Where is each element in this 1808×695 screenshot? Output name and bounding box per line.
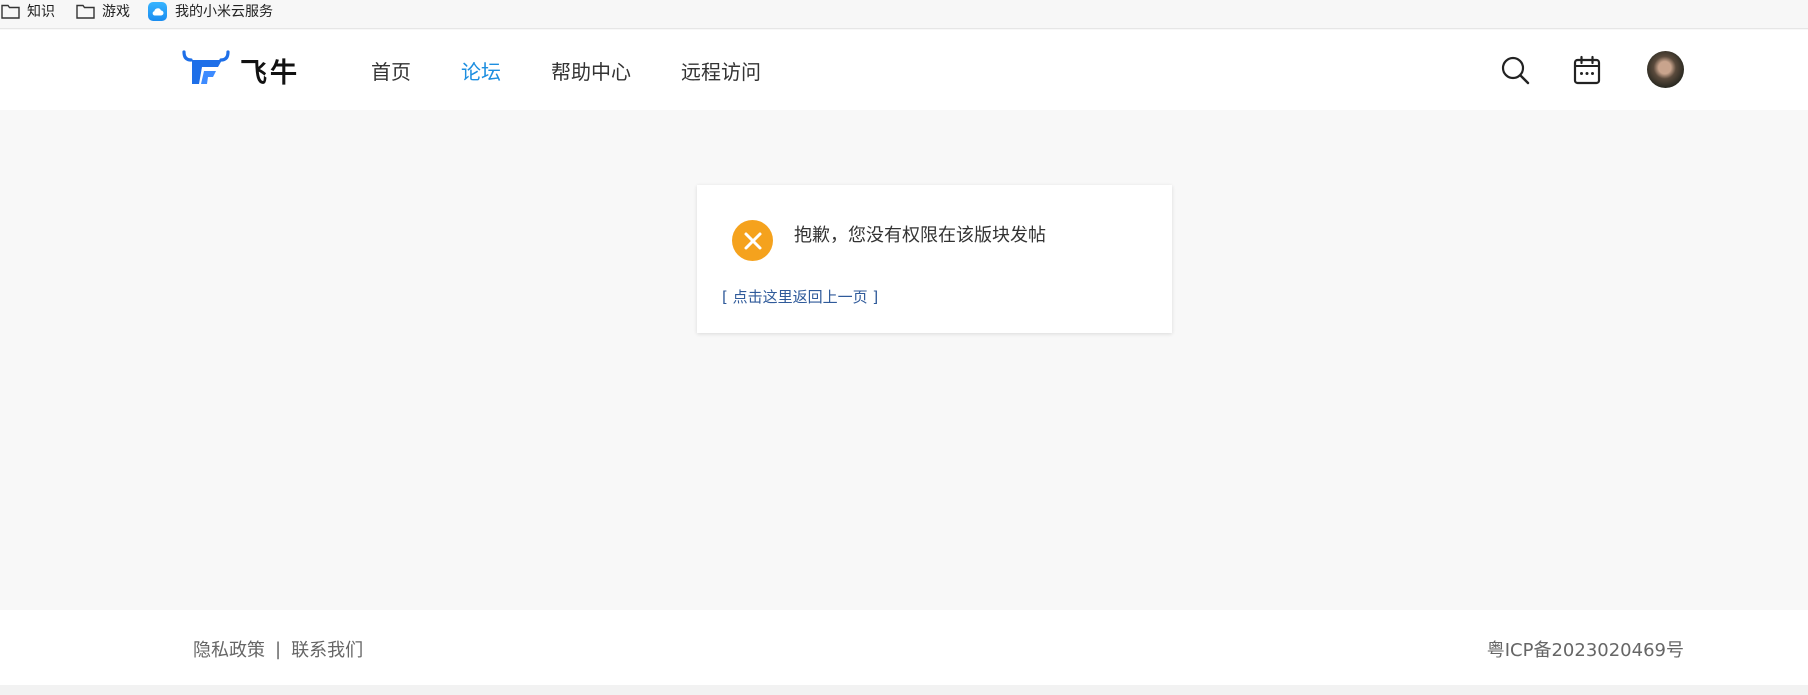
bookmark-games[interactable]: 游戏	[75, 1, 130, 21]
error-message-card: 抱歉，您没有权限在该版块发帖 [ 点击这里返回上一页 ]	[697, 185, 1172, 333]
bottom-strip	[0, 685, 1808, 695]
site-footer: 隐私政策 | 联系我们 粤ICP备2023020469号	[0, 610, 1808, 685]
site-header: 飞牛 首页 论坛 帮助中心 远程访问	[0, 30, 1808, 110]
contact-us-link[interactable]: 联系我们	[291, 636, 363, 662]
nav-remote-access[interactable]: 远程访问	[681, 56, 761, 85]
error-message-text: 抱歉，您没有权限在该版块发帖	[794, 225, 1046, 246]
bookmark-label: 我的小米云服务	[175, 4, 273, 20]
footer-separator: |	[275, 638, 282, 660]
folder-icon	[0, 2, 20, 20]
nav-forum[interactable]: 论坛	[461, 56, 501, 85]
nav-home[interactable]: 首页	[371, 56, 411, 85]
error-x-icon	[732, 220, 773, 261]
bookmark-label: 知识	[27, 4, 55, 20]
calendar-icon[interactable]	[1571, 54, 1603, 86]
bookmark-xiaomi-cloud[interactable]: 我的小米云服务	[148, 1, 273, 21]
user-avatar[interactable]	[1647, 51, 1684, 88]
bookmark-knowledge[interactable]: 知识	[0, 1, 55, 21]
nav-help-center[interactable]: 帮助中心	[551, 56, 631, 85]
main-nav: 首页 论坛 帮助中心 远程访问	[371, 30, 811, 110]
bookmarks-bar: 知识 游戏 我的小米云服务	[0, 0, 1808, 29]
logo-text: 飞牛	[240, 57, 300, 89]
folder-icon	[75, 2, 95, 20]
privacy-policy-link[interactable]: 隐私政策	[193, 636, 265, 662]
go-back-link[interactable]: [ 点击这里返回上一页 ]	[722, 286, 878, 307]
icp-license[interactable]: 粤ICP备2023020469号	[1487, 636, 1684, 662]
bookmark-label: 游戏	[102, 4, 130, 20]
search-icon[interactable]	[1499, 54, 1531, 86]
cloud-icon	[148, 1, 167, 21]
bull-logo-icon	[182, 49, 230, 91]
site-logo[interactable]: 飞牛	[182, 50, 300, 90]
footer-links: 隐私政策 | 联系我们	[193, 636, 363, 662]
